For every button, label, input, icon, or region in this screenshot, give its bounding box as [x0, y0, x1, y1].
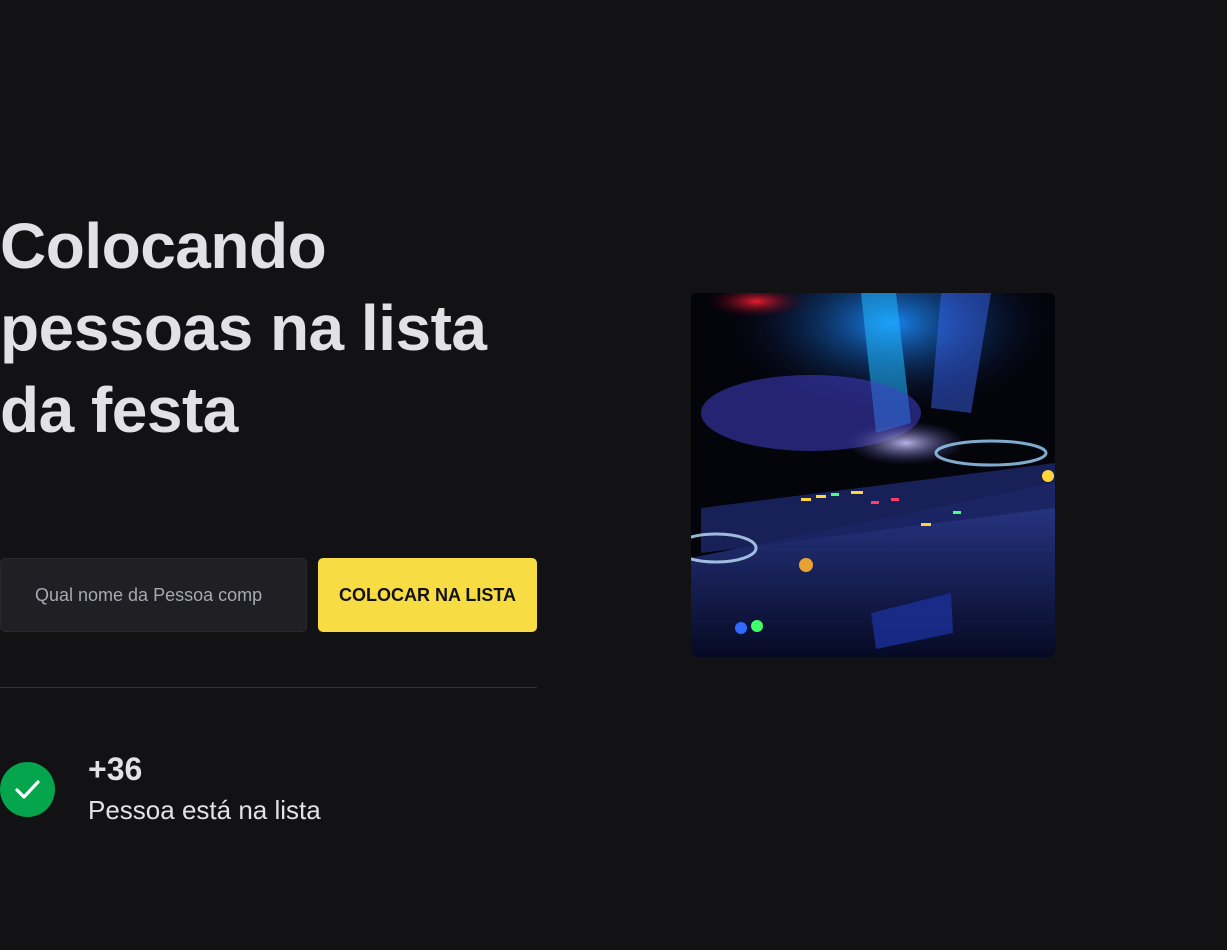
- title-line-1: Colocando: [0, 210, 327, 282]
- title-line-2: pessoas na lista: [0, 292, 487, 364]
- guest-count-label: Pessoa está na lista: [88, 795, 321, 825]
- check-icon: [0, 762, 55, 817]
- guest-count: +36: [88, 751, 143, 787]
- add-person-form: COLOCAR NA LISTA: [0, 558, 537, 632]
- dj-mixer-photo: [691, 293, 1055, 657]
- page: Colocando pessoas na lista da festa COLO…: [0, 0, 1227, 950]
- person-name-input[interactable]: [0, 558, 307, 632]
- title-line-3: da festa: [0, 374, 238, 446]
- hero-section: Colocando pessoas na lista da festa COLO…: [0, 205, 537, 825]
- guest-counter: +36 Pessoa está na lista: [0, 749, 537, 829]
- page-title: Colocando pessoas na lista da festa: [0, 205, 537, 451]
- divider: [0, 687, 537, 688]
- add-to-list-button[interactable]: COLOCAR NA LISTA: [318, 558, 537, 632]
